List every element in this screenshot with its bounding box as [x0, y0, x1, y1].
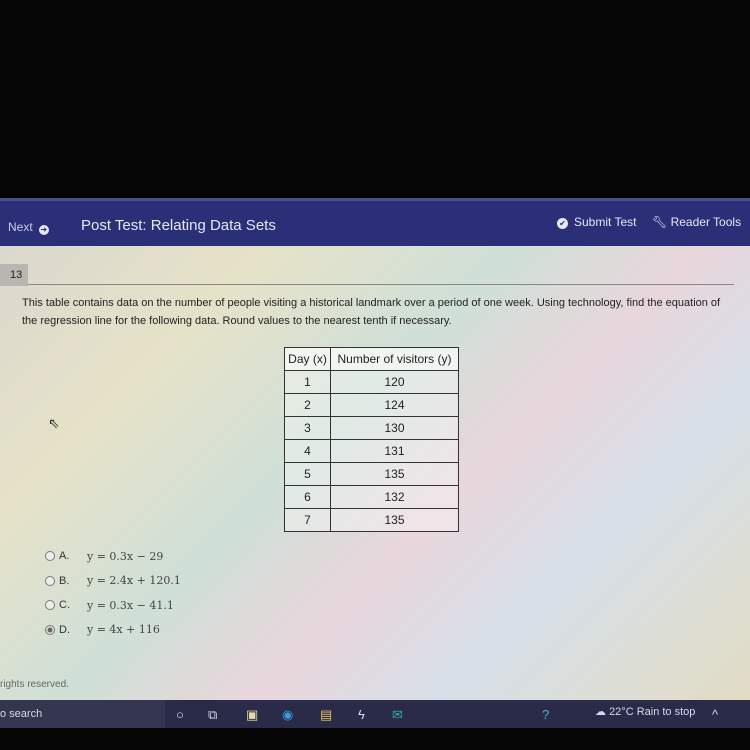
- table-row: 5 135: [284, 462, 459, 486]
- day-cell: 5: [284, 462, 331, 486]
- weather-text: 22°C Rain to stop: [609, 706, 696, 718]
- divider: [28, 284, 734, 285]
- visitors-cell: 135: [330, 508, 459, 532]
- app-window: Next ➜ Post Test: Relating Data Sets ✔ Sub…: [0, 198, 750, 702]
- day-cell: 1: [284, 370, 331, 394]
- header-visitors: Number of visitors (y): [330, 347, 459, 371]
- store-icon[interactable]: ▣: [246, 707, 258, 723]
- question-number: 13: [0, 264, 28, 286]
- visitors-cell: 120: [330, 370, 459, 394]
- chevron-up-icon[interactable]: ^: [712, 707, 718, 722]
- table-row: 4 131: [284, 439, 459, 463]
- reader-tools-label: Reader Tools: [670, 215, 742, 229]
- task-view-icon[interactable]: ⧉: [208, 707, 217, 723]
- radio-button[interactable]: [45, 600, 55, 611]
- option-equation: y = 2.4x + 120.1: [87, 574, 181, 588]
- visitors-cell: 124: [330, 393, 459, 417]
- day-cell: 6: [284, 485, 331, 509]
- answer-option[interactable]: D. y = 4x + 116: [45, 618, 181, 643]
- radio-button[interactable]: [45, 551, 55, 562]
- visitors-cell: 130: [330, 416, 459, 440]
- option-equation: y = 4x + 116: [87, 623, 160, 637]
- option-equation: y = 0.3x − 29: [87, 549, 164, 563]
- help-icon[interactable]: ?: [542, 707, 549, 722]
- weather-widget[interactable]: ☁ 22°C Rain to stop: [595, 705, 695, 718]
- edge-icon[interactable]: ◉: [282, 707, 293, 723]
- answer-options: A. y = 0.3x − 29 B. y = 2.4x + 120.1 C. y = 0…: [45, 544, 181, 642]
- submit-test-button[interactable]: ✔ Submit Test: [557, 215, 636, 229]
- submit-label: Submit Test: [574, 215, 637, 229]
- day-cell: 3: [284, 416, 331, 440]
- radio-button[interactable]: [45, 575, 55, 586]
- header-bar: Next ➜ Post Test: Relating Data Sets ✔ Sub…: [0, 198, 750, 246]
- table-row: 2 124: [284, 393, 459, 417]
- table-row: 3 130: [284, 416, 459, 440]
- page-title: Post Test: Relating Data Sets: [81, 217, 276, 234]
- app-icon[interactable]: ϟ: [358, 707, 365, 722]
- data-table: Day (x) Number of visitors (y) 1 120 2 124 3…: [284, 347, 459, 532]
- file-explorer-icon[interactable]: ▤: [320, 707, 332, 723]
- arrow-right-icon: ➜: [38, 225, 49, 235]
- next-label: Next: [8, 220, 33, 234]
- copyright: rights reserved.: [0, 679, 69, 690]
- reader-tools-button[interactable]: 🔧︎ Reader Tools: [652, 215, 741, 229]
- answer-option[interactable]: B. y = 2.4x + 120.1: [45, 569, 181, 594]
- mail-icon[interactable]: ✉: [392, 707, 403, 723]
- visitors-cell: 135: [330, 462, 459, 486]
- check-icon: ✔: [557, 218, 568, 229]
- answer-option[interactable]: C. y = 0.3x − 41.1: [45, 593, 181, 618]
- wrench-icon: 🔧︎: [652, 215, 671, 229]
- table-row: 6 132: [284, 485, 459, 509]
- day-cell: 2: [284, 393, 331, 417]
- option-letter: A.: [59, 550, 70, 563]
- cortana-icon[interactable]: ○: [176, 707, 184, 722]
- next-button[interactable]: Next ➜: [8, 220, 49, 235]
- option-letter: B.: [59, 574, 70, 587]
- radio-button[interactable]: [45, 624, 55, 635]
- rain-cloud-icon: ☁: [595, 706, 610, 718]
- question-prompt: This table contains data on the number o…: [22, 297, 721, 327]
- option-letter: D.: [59, 623, 70, 636]
- answer-option[interactable]: A. y = 0.3x − 29: [45, 544, 181, 569]
- day-cell: 4: [284, 439, 331, 463]
- day-cell: 7: [284, 508, 331, 532]
- table-row: 7 135: [284, 508, 459, 532]
- visitors-cell: 131: [330, 439, 459, 463]
- header-day: Day (x): [284, 347, 331, 371]
- table-row: 1 120: [284, 370, 459, 394]
- taskbar: o search ○ ⧉ ▣ ◉ ▤ ϟ ✉ ? ☁ 22°C Rain to …: [0, 700, 750, 728]
- visitors-cell: 132: [330, 485, 459, 509]
- mouse-cursor-icon: ⇖: [48, 415, 60, 431]
- option-equation: y = 0.3x − 41.1: [87, 598, 174, 612]
- option-letter: C.: [59, 599, 70, 612]
- taskbar-search[interactable]: o search: [0, 700, 165, 728]
